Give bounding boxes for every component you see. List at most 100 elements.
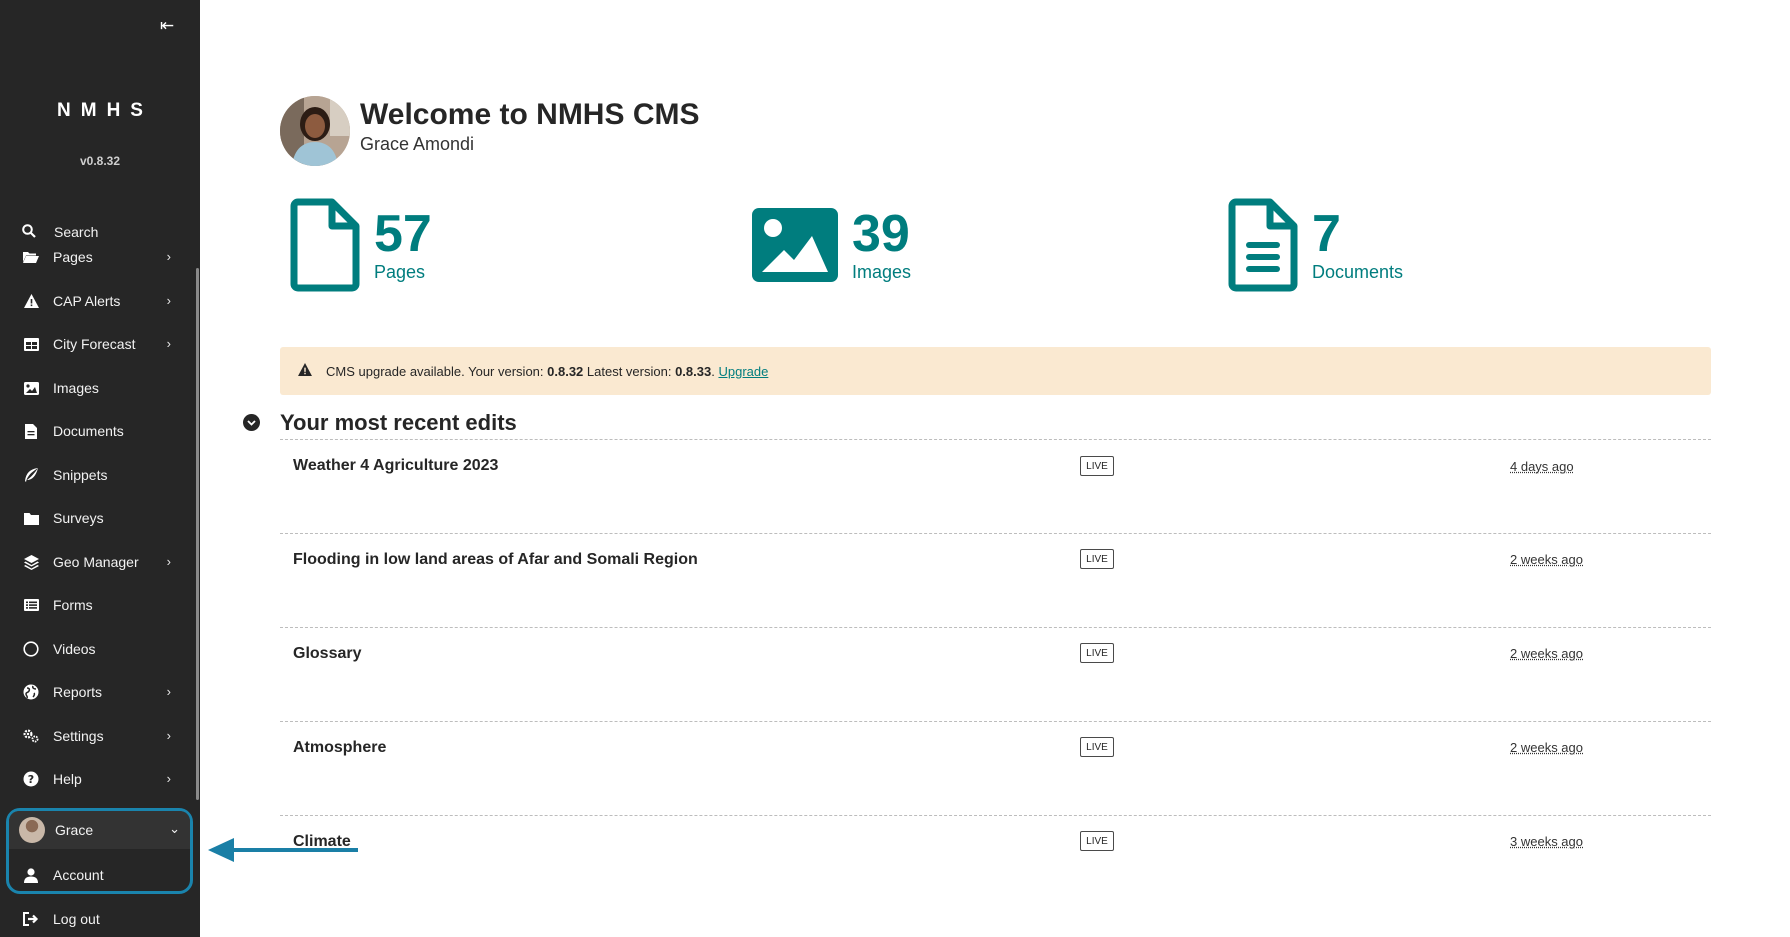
globe-icon: [23, 684, 39, 700]
version-label: v0.8.32: [79, 154, 121, 168]
latest-version: 0.8.33: [675, 363, 712, 379]
snippet-icon: [23, 467, 39, 483]
layers-icon: [23, 554, 39, 570]
upgrade-banner: CMS upgrade available. Your version: 0.8…: [280, 347, 1711, 395]
chevron-right-icon: ›: [166, 336, 171, 351]
account-menu-toggle[interactable]: Grace ⌄: [9, 811, 190, 849]
sidebar-item-label: Help: [53, 771, 82, 787]
divider: [280, 721, 1711, 722]
stat-label: Pages: [374, 262, 426, 282]
edit-row-title[interactable]: Glossary: [293, 645, 361, 663]
sidebar-item-label: Snippets: [53, 467, 108, 483]
edit-row-time: 2 weeks ago: [1510, 740, 1583, 755]
image-icon: [23, 380, 39, 396]
stat-documents[interactable]: 7 Documents: [1228, 198, 1403, 294]
table-icon: [23, 336, 39, 352]
avatar: [19, 817, 45, 843]
folder-icon: [23, 510, 39, 526]
collapse-sidebar-button[interactable]: ⇤: [155, 14, 179, 38]
logo[interactable]: NMHS: [0, 100, 200, 122]
sidebar-item-cap-alerts[interactable]: CAP Alerts ›: [0, 284, 190, 318]
sidebar-item-snippets[interactable]: Snippets: [0, 458, 190, 492]
edit-row-title[interactable]: Climate: [293, 833, 351, 851]
cogs-icon: [23, 728, 39, 744]
recent-edits-heading: Your most recent edits: [280, 410, 517, 435]
collapse-recent-edits-button[interactable]: [243, 414, 260, 431]
sidebar-item-surveys[interactable]: Surveys: [0, 501, 190, 535]
stat-pages[interactable]: 57 Pages: [290, 198, 432, 294]
sidebar-item-label: Videos: [53, 641, 96, 657]
edit-row-time: 2 weeks ago: [1510, 646, 1583, 661]
help-icon: ?: [23, 771, 39, 787]
upgrade-link[interactable]: Upgrade: [718, 364, 768, 379]
sidebar-item-city-forecast[interactable]: City Forecast ›: [0, 327, 190, 361]
document-icon: [23, 423, 39, 439]
stat-images[interactable]: 39 Images: [752, 198, 911, 294]
stat-label: Documents: [1312, 262, 1404, 282]
current-version: 0.8.32: [547, 363, 584, 379]
sidebar-item-label: Forms: [53, 597, 93, 613]
sidebar: ⇤ NMHS v0.8.32 Search Pages › CAP Alerts…: [0, 0, 200, 937]
image-icon: [752, 208, 838, 287]
circle-icon: [23, 641, 39, 657]
sidebar-item-account[interactable]: Account: [0, 858, 190, 892]
warning-icon: [298, 363, 312, 379]
edit-row-time: 3 weeks ago: [1510, 834, 1583, 849]
sidebar-item-label: City Forecast: [53, 336, 136, 352]
svg-text:?: ?: [28, 773, 34, 786]
sidebar-item-videos[interactable]: Videos: [0, 632, 190, 666]
warning-icon: [23, 293, 39, 309]
sidebar-item-reports[interactable]: Reports ›: [0, 675, 190, 709]
sidebar-item-help[interactable]: ? Help ›: [0, 762, 190, 796]
edit-row-title[interactable]: Flooding in low land areas of Afar and S…: [293, 551, 698, 569]
sidebar-item-logout[interactable]: Log out: [0, 902, 190, 936]
document-icon: [1228, 198, 1298, 297]
divider: [280, 439, 1711, 440]
status-badge: LIVE: [1080, 549, 1114, 569]
user-avatar: [280, 96, 350, 166]
chevron-right-icon: ›: [166, 771, 171, 786]
sidebar-item-label: Documents: [53, 423, 124, 439]
sidebar-item-settings[interactable]: Settings ›: [0, 719, 190, 753]
sidebar-item-label: CAP Alerts: [53, 293, 121, 309]
edit-row-title[interactable]: Weather 4 Agriculture 2023: [293, 457, 498, 475]
sidebar-item-pages[interactable]: Pages ›: [0, 240, 190, 274]
chevron-down-icon: [247, 419, 256, 426]
sidebar-item-geo-manager[interactable]: Geo Manager ›: [0, 545, 190, 579]
sidebar-item-label: Geo Manager: [53, 554, 139, 570]
search-icon: [22, 223, 38, 241]
stat-label: Images: [852, 262, 912, 282]
sidebar-item-label: Log out: [53, 911, 100, 927]
page-icon: [290, 198, 360, 297]
user-icon: [23, 867, 39, 883]
form-icon: [23, 597, 39, 613]
sidebar-item-label: Images: [53, 380, 99, 396]
page-title: Welcome to NMHS CMS: [360, 98, 700, 131]
sidebar-item-forms[interactable]: Forms: [0, 588, 190, 622]
edit-row-title[interactable]: Atmosphere: [293, 739, 386, 757]
sidebar-search-label: Search: [54, 224, 99, 240]
status-badge: LIVE: [1080, 643, 1114, 663]
sidebar-item-images[interactable]: Images: [0, 371, 190, 405]
upgrade-middle: Latest version:: [583, 363, 676, 379]
status-badge: LIVE: [1080, 456, 1114, 476]
stat-count: 57: [374, 205, 432, 263]
divider: [280, 627, 1711, 628]
edit-row-time: 4 days ago: [1510, 459, 1574, 474]
logout-icon: [23, 911, 39, 927]
status-badge: LIVE: [1080, 737, 1114, 757]
sidebar-item-label: Account: [53, 867, 104, 883]
sidebar-scrollbar[interactable]: [196, 268, 199, 800]
upgrade-prefix: CMS upgrade available. Your version:: [326, 363, 548, 379]
chevron-right-icon: ›: [166, 684, 171, 699]
stat-count: 39: [852, 205, 910, 263]
status-badge: LIVE: [1080, 831, 1114, 851]
sidebar-item-label: Reports: [53, 684, 103, 700]
sidebar-item-documents[interactable]: Documents: [0, 414, 190, 448]
stat-count: 7: [1312, 205, 1341, 263]
user-full-name: Grace Amondi: [360, 134, 475, 154]
folder-open-icon: [23, 249, 39, 265]
chevron-right-icon: ›: [166, 293, 171, 308]
upgrade-suffix: .: [711, 363, 719, 379]
divider: [280, 815, 1711, 816]
